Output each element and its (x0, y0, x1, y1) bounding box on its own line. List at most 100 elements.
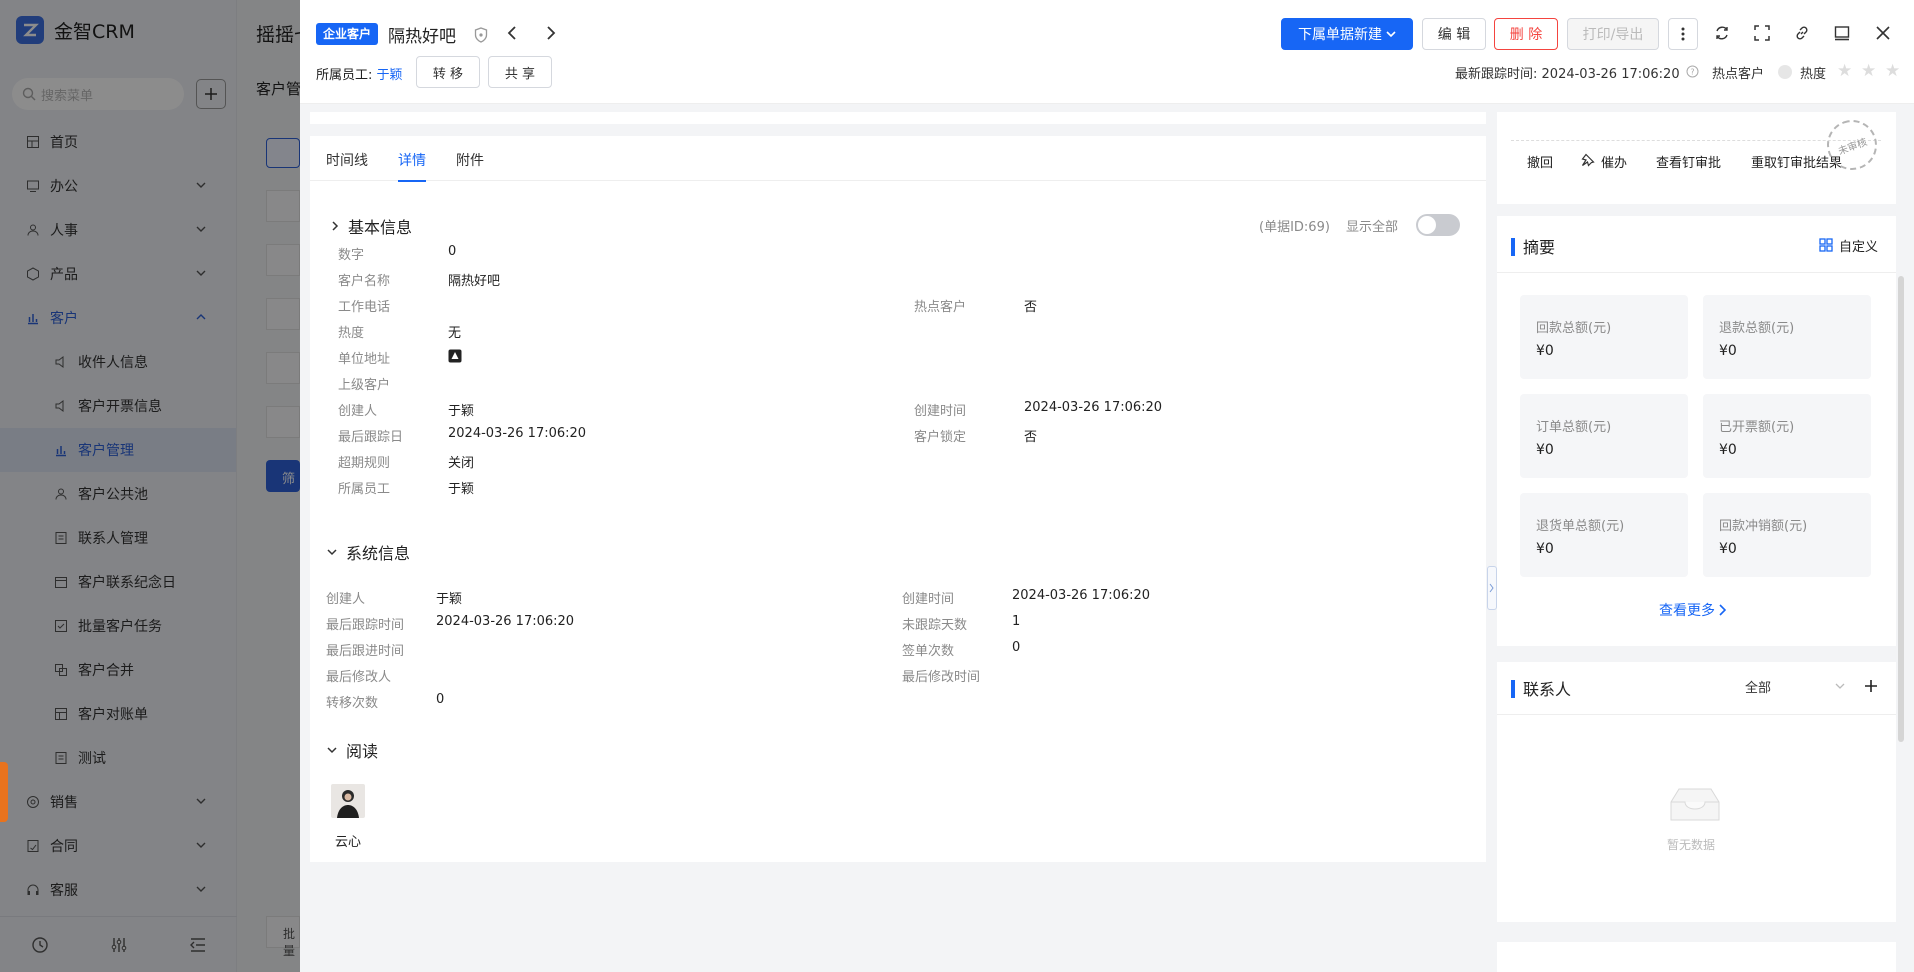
chevron-down-icon (327, 747, 337, 754)
stat-label: 订单总额(元) (1536, 420, 1612, 435)
field-value: 0 (436, 692, 445, 707)
show-all-label: 显示全部 (1346, 220, 1399, 235)
field-label: 最后修改时间 (902, 670, 981, 685)
fullscreen-icon[interactable] (1754, 25, 1770, 41)
field-value: 1 (1012, 614, 1021, 629)
heat-star-2[interactable]: ★ (1861, 61, 1876, 81)
heat-star-3[interactable]: ★ (1885, 61, 1900, 81)
more-button[interactable] (1668, 18, 1698, 50)
field-value: 0 (1012, 640, 1021, 655)
field-value: 于颖 (448, 482, 475, 497)
avatar[interactable] (331, 784, 365, 818)
view-more-link[interactable]: 查看更多 (1659, 600, 1726, 620)
print-export-button[interactable]: 打印/导出 (1567, 18, 1659, 50)
field-label: 未跟踪天数 (902, 618, 968, 633)
grid-icon[interactable] (1819, 238, 1833, 252)
stat-card[interactable]: 退款总额(元) ¥0 (1703, 295, 1871, 379)
last-follow-info: 最新跟踪时间: 2024-03-26 17:06:20 (1455, 63, 1680, 82)
summary-panel: 摘要 自定义 回款总额(元) ¥0 退款总额(元) ¥0 订单总额(元) ¥0 已开票… (1497, 216, 1896, 646)
tab-timeline[interactable]: 时间线 (326, 150, 368, 182)
field-label: 最后跟踪时间 (326, 618, 405, 633)
urge-button[interactable]: 催办 (1601, 152, 1627, 171)
field-label: 所属员工 (338, 482, 391, 497)
detail-card (310, 136, 1486, 862)
read-section-header[interactable]: 阅读 (326, 738, 378, 762)
new-sub-document-button[interactable]: 下属单据新建 (1281, 18, 1413, 50)
new-sub-document-label: 下属单据新建 (1298, 27, 1382, 43)
collapse-panel-handle[interactable] (1487, 566, 1497, 610)
stat-value: ¥0 (1536, 442, 1554, 458)
transfer-button[interactable]: 转 移 (416, 56, 480, 88)
stat-label: 退款总额(元) (1719, 321, 1795, 336)
system-info-title: 系统信息 (346, 544, 411, 563)
side-handle[interactable] (0, 762, 8, 822)
stat-card[interactable]: 退货单总额(元) ¥0 (1520, 493, 1688, 577)
owner-label: 所属员工: (316, 68, 373, 83)
scrollbar[interactable] (1898, 276, 1904, 742)
dock-icon[interactable] (1834, 25, 1850, 41)
read-section-title: 阅读 (346, 742, 379, 761)
field-value: 于颖 (436, 592, 463, 607)
stat-value: ¥0 (1719, 541, 1737, 557)
shield-icon[interactable] (474, 27, 488, 43)
contacts-filter-select[interactable]: 全部 (1745, 672, 1845, 700)
approval-panel: 撤回 催办 查看钉审批 重取钉审批结果 未审核 (1497, 112, 1896, 204)
map-location-icon[interactable] (448, 349, 462, 363)
top-card-edge (310, 112, 1486, 124)
field-label: 转移次数 (326, 696, 379, 711)
owner-name[interactable]: 于颖 (377, 68, 403, 83)
field-label: 最后跟踪日 (338, 430, 404, 445)
pin-icon (1581, 153, 1595, 167)
system-info-section-header[interactable]: 系统信息 (326, 540, 410, 564)
field-label: 单位地址 (338, 352, 391, 367)
field-value: 隔热好吧 (448, 274, 501, 289)
modal-overlay[interactable] (0, 0, 300, 972)
show-all-toggle[interactable] (1416, 214, 1460, 236)
add-contact-icon[interactable] (1864, 679, 1878, 693)
chevron-right-icon (1719, 604, 1726, 616)
share-button[interactable]: 共 享 (488, 56, 552, 88)
heat-label: 热度 (1800, 67, 1827, 82)
delete-button[interactable]: 删 除 (1494, 18, 1558, 50)
field-label: 创建人 (338, 404, 378, 419)
stat-card[interactable]: 回款冲销额(元) ¥0 (1703, 493, 1871, 577)
chevron-left-icon[interactable] (506, 25, 518, 41)
refresh-icon[interactable] (1714, 25, 1730, 41)
link-icon[interactable] (1794, 25, 1810, 41)
view-more-label: 查看更多 (1659, 603, 1715, 619)
help-icon[interactable]: ? (1686, 65, 1699, 78)
stat-card[interactable]: 回款总额(元) ¥0 (1520, 295, 1688, 379)
reader-name: 云心 (335, 835, 362, 850)
field-value: 于颖 (448, 404, 475, 419)
revoke-button[interactable]: 撤回 (1527, 152, 1553, 171)
contacts-filter-value: 全部 (1745, 680, 1772, 696)
heat-star-1[interactable]: ★ (1837, 61, 1852, 81)
customer-type-tag: 企业客户 (316, 23, 379, 45)
hot-customer-label: 热点客户 (1712, 67, 1765, 82)
basic-info-section-header[interactable]: 基本信息 (330, 214, 412, 238)
hot-customer-toggle[interactable] (1778, 65, 1792, 79)
contacts-title: 联系人 (1523, 680, 1572, 699)
stat-label: 已开票额(元) (1719, 420, 1795, 435)
chevron-right-icon[interactable] (545, 25, 557, 41)
stat-label: 回款总额(元) (1536, 321, 1612, 336)
tab-details[interactable]: 详情 (398, 150, 426, 182)
field-label: 客户名称 (338, 274, 391, 289)
customize-button[interactable]: 自定义 (1839, 236, 1878, 255)
field-value: 2024-03-26 17:06:20 (436, 614, 575, 629)
last-follow-label: 最新跟踪时间: (1455, 67, 1538, 82)
field-label: 创建人 (326, 592, 366, 607)
last-follow-time: 2024-03-26 17:06:20 (1541, 67, 1680, 82)
empty-state-text: 暂无数据 (1667, 838, 1716, 852)
edit-button[interactable]: 编 辑 (1422, 18, 1486, 50)
view-ding-approval-button[interactable]: 查看钉审批 (1656, 152, 1721, 171)
customer-detail-drawer: 企业客户 隔热好吧 下属单据新建 编 辑 删 除 打印/导出 所属员工: 于颖 … (300, 0, 1914, 972)
field-label: 数字 (338, 248, 365, 263)
field-label: 签单次数 (902, 644, 955, 659)
stat-card[interactable]: 订单总额(元) ¥0 (1520, 394, 1688, 478)
stat-card[interactable]: 已开票额(元) ¥0 (1703, 394, 1871, 478)
field-label: 超期规则 (338, 456, 391, 471)
owner-info: 所属员工: 于颖 (316, 64, 403, 83)
close-icon[interactable] (1875, 25, 1891, 41)
tab-attachments[interactable]: 附件 (456, 150, 484, 182)
